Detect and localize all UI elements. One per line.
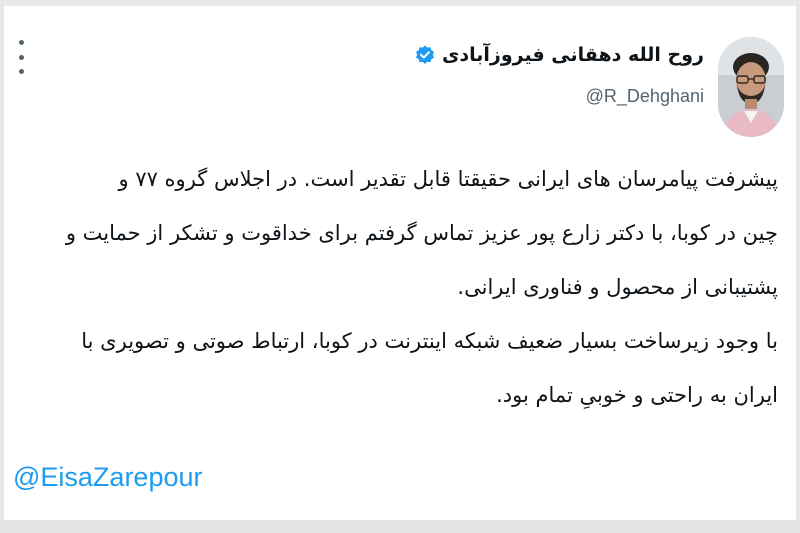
ellipsis-dot xyxy=(18,54,24,60)
vertical-ellipsis-icon[interactable] xyxy=(14,40,28,74)
mention-link[interactable]: @EisaZarepour xyxy=(13,462,203,493)
tweet-line: ایران به راحتی و خوبیِ تمام بود. xyxy=(496,383,778,407)
avatar[interactable] xyxy=(718,37,784,137)
top-edge xyxy=(0,0,800,6)
ellipsis-dot xyxy=(18,40,24,45)
left-edge xyxy=(0,0,4,533)
tweet-line: با وجود زیرساخت بسیار ضعیف شبکه اینترنت … xyxy=(81,329,778,353)
author-display-name[interactable]: روح الله دهقانی فیروزآبادی xyxy=(442,44,704,66)
right-edge xyxy=(796,0,800,533)
author-name-row[interactable]: روح الله دهقانی فیروزآبادی xyxy=(414,44,704,66)
ellipsis-dot xyxy=(18,69,24,74)
verified-badge-icon xyxy=(414,44,436,66)
profile-photo-icon xyxy=(718,37,784,137)
tweet-card: روح الله دهقانی فیروزآبادی @R_Dehghani پ… xyxy=(0,0,800,533)
tweet-line: پیشرفت پیامرسان های ایرانی حقیقتا قابل ت… xyxy=(118,167,778,191)
author-handle[interactable]: @R_Dehghani xyxy=(586,86,704,107)
tweet-line: پشتیبانی از محصول و فناوری ایرانی. xyxy=(457,275,778,299)
tweet-text: پیشرفت پیامرسان های ایرانی حقیقتا قابل ت… xyxy=(18,152,778,422)
tweet-line: چین در کوبا، با دکتر زارع پور عزیز تماس … xyxy=(65,221,778,245)
bottom-edge xyxy=(0,520,800,533)
